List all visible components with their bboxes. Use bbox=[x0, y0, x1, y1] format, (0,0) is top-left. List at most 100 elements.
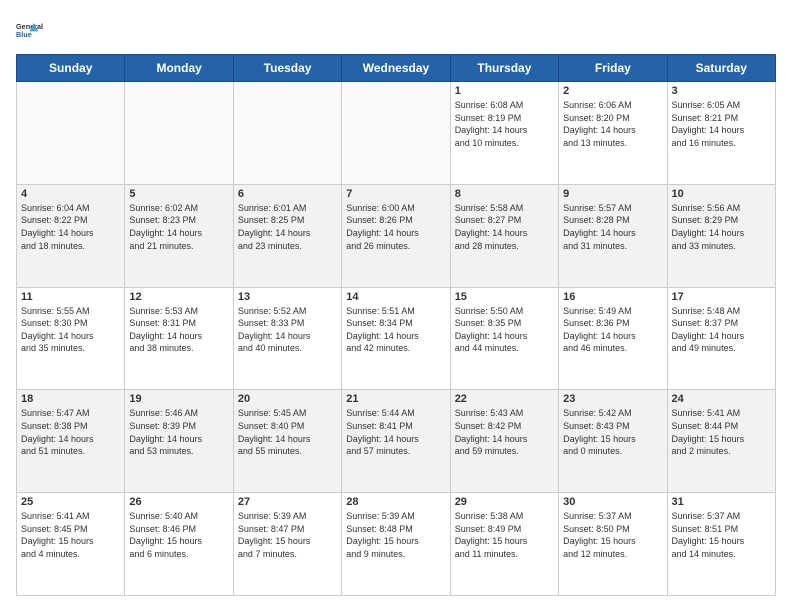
day-header-friday: Friday bbox=[559, 55, 667, 82]
calendar-cell bbox=[17, 82, 125, 185]
day-number: 13 bbox=[238, 291, 337, 303]
day-info: Sunrise: 5:39 AM Sunset: 8:48 PM Dayligh… bbox=[346, 510, 445, 560]
day-number: 5 bbox=[129, 188, 228, 200]
day-info: Sunrise: 5:46 AM Sunset: 8:39 PM Dayligh… bbox=[129, 407, 228, 457]
day-info: Sunrise: 5:38 AM Sunset: 8:49 PM Dayligh… bbox=[455, 510, 554, 560]
calendar-cell: 5 Sunrise: 6:02 AM Sunset: 8:23 PM Daylig… bbox=[125, 184, 233, 287]
day-header-tuesday: Tuesday bbox=[233, 55, 341, 82]
day-header-wednesday: Wednesday bbox=[342, 55, 450, 82]
day-number: 28 bbox=[346, 496, 445, 508]
calendar-cell: 4 Sunrise: 6:04 AM Sunset: 8:22 PM Daylig… bbox=[17, 184, 125, 287]
calendar-cell: 11 Sunrise: 5:55 AM Sunset: 8:30 PM Dayli… bbox=[17, 287, 125, 390]
day-info: Sunrise: 5:41 AM Sunset: 8:44 PM Dayligh… bbox=[672, 407, 771, 457]
day-info: Sunrise: 6:00 AM Sunset: 8:26 PM Dayligh… bbox=[346, 202, 445, 252]
day-number: 25 bbox=[21, 496, 120, 508]
day-number: 22 bbox=[455, 393, 554, 405]
calendar-cell bbox=[233, 82, 341, 185]
day-number: 17 bbox=[672, 291, 771, 303]
day-header-monday: Monday bbox=[125, 55, 233, 82]
day-number: 8 bbox=[455, 188, 554, 200]
calendar-cell bbox=[125, 82, 233, 185]
day-info: Sunrise: 5:39 AM Sunset: 8:47 PM Dayligh… bbox=[238, 510, 337, 560]
header: General Blue bbox=[16, 16, 776, 44]
day-number: 7 bbox=[346, 188, 445, 200]
calendar-cell: 7 Sunrise: 6:00 AM Sunset: 8:26 PM Daylig… bbox=[342, 184, 450, 287]
day-number: 24 bbox=[672, 393, 771, 405]
day-number: 11 bbox=[21, 291, 120, 303]
day-number: 2 bbox=[563, 85, 662, 97]
day-info: Sunrise: 5:47 AM Sunset: 8:38 PM Dayligh… bbox=[21, 407, 120, 457]
day-info: Sunrise: 5:43 AM Sunset: 8:42 PM Dayligh… bbox=[455, 407, 554, 457]
day-info: Sunrise: 5:58 AM Sunset: 8:27 PM Dayligh… bbox=[455, 202, 554, 252]
calendar-cell: 14 Sunrise: 5:51 AM Sunset: 8:34 PM Dayli… bbox=[342, 287, 450, 390]
day-number: 27 bbox=[238, 496, 337, 508]
calendar-cell: 21 Sunrise: 5:44 AM Sunset: 8:41 PM Dayli… bbox=[342, 390, 450, 493]
day-number: 29 bbox=[455, 496, 554, 508]
calendar-cell: 10 Sunrise: 5:56 AM Sunset: 8:29 PM Dayli… bbox=[667, 184, 775, 287]
calendar-cell: 27 Sunrise: 5:39 AM Sunset: 8:47 PM Dayli… bbox=[233, 493, 341, 596]
day-number: 26 bbox=[129, 496, 228, 508]
day-info: Sunrise: 6:02 AM Sunset: 8:23 PM Dayligh… bbox=[129, 202, 228, 252]
calendar-cell: 16 Sunrise: 5:49 AM Sunset: 8:36 PM Dayli… bbox=[559, 287, 667, 390]
day-number: 18 bbox=[21, 393, 120, 405]
logo: General Blue bbox=[16, 16, 44, 44]
day-info: Sunrise: 5:40 AM Sunset: 8:46 PM Dayligh… bbox=[129, 510, 228, 560]
day-number: 1 bbox=[455, 85, 554, 97]
calendar-cell: 17 Sunrise: 5:48 AM Sunset: 8:37 PM Dayli… bbox=[667, 287, 775, 390]
day-info: Sunrise: 5:37 AM Sunset: 8:50 PM Dayligh… bbox=[563, 510, 662, 560]
calendar-cell: 19Sunrise: 5:46 AM Sunset: 8:39 PM Dayli… bbox=[125, 390, 233, 493]
calendar-table: SundayMondayTuesdayWednesdayThursdayFrid… bbox=[16, 54, 776, 596]
calendar-cell: 29 Sunrise: 5:38 AM Sunset: 8:49 PM Dayli… bbox=[450, 493, 558, 596]
day-info: Sunrise: 5:56 AM Sunset: 8:29 PM Dayligh… bbox=[672, 202, 771, 252]
page: General Blue SundayMondayTuesdayWednesda… bbox=[0, 0, 792, 612]
calendar-cell: 3 Sunrise: 6:05 AM Sunset: 8:21 PM Daylig… bbox=[667, 82, 775, 185]
day-info: Sunrise: 5:48 AM Sunset: 8:37 PM Dayligh… bbox=[672, 305, 771, 355]
calendar-cell: 2 Sunrise: 6:06 AM Sunset: 8:20 PM Daylig… bbox=[559, 82, 667, 185]
day-info: Sunrise: 6:06 AM Sunset: 8:20 PM Dayligh… bbox=[563, 99, 662, 149]
day-number: 9 bbox=[563, 188, 662, 200]
day-number: 14 bbox=[346, 291, 445, 303]
day-number: 21 bbox=[346, 393, 445, 405]
calendar-cell: 15 Sunrise: 5:50 AM Sunset: 8:35 PM Dayli… bbox=[450, 287, 558, 390]
day-info: Sunrise: 6:04 AM Sunset: 8:22 PM Dayligh… bbox=[21, 202, 120, 252]
day-number: 31 bbox=[672, 496, 771, 508]
calendar-cell: 9Sunrise: 5:57 AM Sunset: 8:28 PM Daylig… bbox=[559, 184, 667, 287]
day-info: Sunrise: 5:45 AM Sunset: 8:40 PM Dayligh… bbox=[238, 407, 337, 457]
day-info: Sunrise: 5:37 AM Sunset: 8:51 PM Dayligh… bbox=[672, 510, 771, 560]
calendar-cell bbox=[342, 82, 450, 185]
day-number: 15 bbox=[455, 291, 554, 303]
day-info: Sunrise: 5:51 AM Sunset: 8:34 PM Dayligh… bbox=[346, 305, 445, 355]
day-number: 16 bbox=[563, 291, 662, 303]
logo-icon: General Blue bbox=[16, 16, 44, 44]
calendar-cell: 31 Sunrise: 5:37 AM Sunset: 8:51 PM Dayli… bbox=[667, 493, 775, 596]
calendar-cell: 22 Sunrise: 5:43 AM Sunset: 8:42 PM Dayli… bbox=[450, 390, 558, 493]
day-info: Sunrise: 5:41 AM Sunset: 8:45 PM Dayligh… bbox=[21, 510, 120, 560]
calendar-cell: 13 Sunrise: 5:52 AM Sunset: 8:33 PM Dayli… bbox=[233, 287, 341, 390]
calendar-cell: 18 Sunrise: 5:47 AM Sunset: 8:38 PM Dayli… bbox=[17, 390, 125, 493]
day-info: Sunrise: 5:49 AM Sunset: 8:36 PM Dayligh… bbox=[563, 305, 662, 355]
day-number: 10 bbox=[672, 188, 771, 200]
calendar-cell: 12Sunrise: 5:53 AM Sunset: 8:31 PM Dayli… bbox=[125, 287, 233, 390]
day-info: Sunrise: 5:55 AM Sunset: 8:30 PM Dayligh… bbox=[21, 305, 120, 355]
day-info: Sunrise: 5:44 AM Sunset: 8:41 PM Dayligh… bbox=[346, 407, 445, 457]
day-info: Sunrise: 5:52 AM Sunset: 8:33 PM Dayligh… bbox=[238, 305, 337, 355]
day-number: 30 bbox=[563, 496, 662, 508]
day-header-sunday: Sunday bbox=[17, 55, 125, 82]
calendar-cell: 23Sunrise: 5:42 AM Sunset: 8:43 PM Dayli… bbox=[559, 390, 667, 493]
calendar-cell: 28 Sunrise: 5:39 AM Sunset: 8:48 PM Dayli… bbox=[342, 493, 450, 596]
day-info: Sunrise: 6:05 AM Sunset: 8:21 PM Dayligh… bbox=[672, 99, 771, 149]
day-info: Sunrise: 5:42 AM Sunset: 8:43 PM Dayligh… bbox=[563, 407, 662, 457]
day-info: Sunrise: 6:08 AM Sunset: 8:19 PM Dayligh… bbox=[455, 99, 554, 149]
svg-text:Blue: Blue bbox=[16, 30, 32, 39]
day-info: Sunrise: 6:01 AM Sunset: 8:25 PM Dayligh… bbox=[238, 202, 337, 252]
calendar-cell: 24 Sunrise: 5:41 AM Sunset: 8:44 PM Dayli… bbox=[667, 390, 775, 493]
calendar-cell: 1 Sunrise: 6:08 AM Sunset: 8:19 PM Daylig… bbox=[450, 82, 558, 185]
calendar-cell: 20Sunrise: 5:45 AM Sunset: 8:40 PM Dayli… bbox=[233, 390, 341, 493]
day-info: Sunrise: 5:50 AM Sunset: 8:35 PM Dayligh… bbox=[455, 305, 554, 355]
day-number: 3 bbox=[672, 85, 771, 97]
calendar-cell: 26 Sunrise: 5:40 AM Sunset: 8:46 PM Dayli… bbox=[125, 493, 233, 596]
day-number: 6 bbox=[238, 188, 337, 200]
day-number: 4 bbox=[21, 188, 120, 200]
calendar-cell: 8 Sunrise: 5:58 AM Sunset: 8:27 PM Daylig… bbox=[450, 184, 558, 287]
day-number: 12 bbox=[129, 291, 228, 303]
